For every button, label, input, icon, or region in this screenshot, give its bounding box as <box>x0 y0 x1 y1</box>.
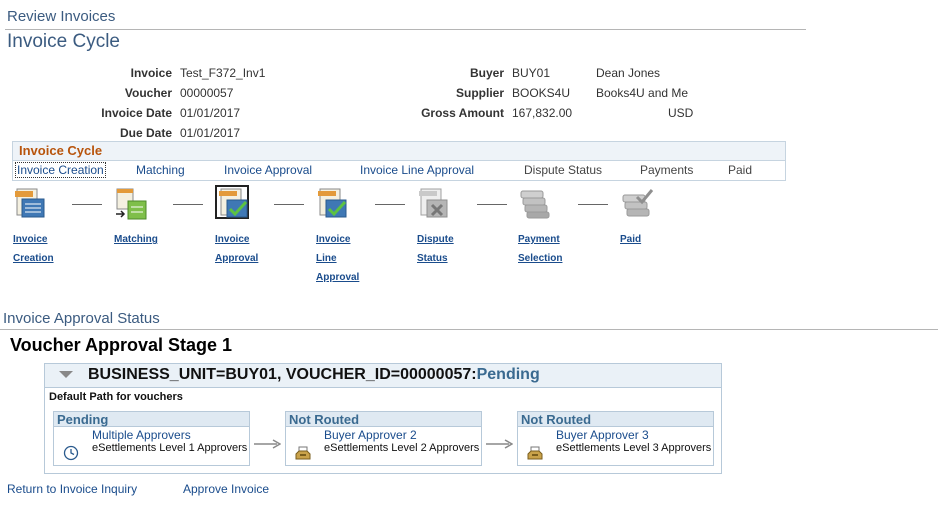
node-level: eSettlements Level 2 Approvers <box>324 442 480 454</box>
node-arrow-icon <box>486 439 513 449</box>
approval-node-1: Pending Multiple Approvers eSettlements … <box>53 411 250 466</box>
breadcrumb-divider <box>5 29 806 30</box>
step-connector <box>578 204 608 205</box>
node-approver-link[interactable]: Multiple Approvers <box>92 428 191 442</box>
approval-header-text: BUSINESS_UNIT=BUY01, VOUCHER_ID=00000057… <box>88 366 540 384</box>
stage-title: Voucher Approval Stage 1 <box>10 335 233 355</box>
tab-invoice-line-approval[interactable]: Invoice Line Approval <box>360 163 474 177</box>
collapse-triangle-icon[interactable] <box>59 371 73 378</box>
supplier-name: Books4U and Me <box>596 86 689 100</box>
step-label-line: Approval <box>215 253 259 264</box>
buyer-label: Buyer <box>469 66 504 80</box>
voucher-label: Voucher <box>124 86 172 100</box>
paid-icon[interactable] <box>620 187 654 221</box>
step-label-invoice-line-approval[interactable]: Invoice Line Approval <box>316 230 359 287</box>
step-label-matching[interactable]: Matching <box>114 230 158 249</box>
step-label-payment-selection[interactable]: Payment Selection <box>518 230 562 268</box>
tab-payments: Payments <box>640 163 694 177</box>
invoice-label: Invoice <box>130 66 172 80</box>
voucher-value: 00000057 <box>180 86 234 100</box>
buyer-value: BUY01 <box>512 66 551 80</box>
approval-header-status: Pending <box>476 366 540 383</box>
invoice-date-label: Invoice Date <box>101 106 172 120</box>
node-status: Not Routed <box>286 412 481 427</box>
invoice-date-value: 01/01/2017 <box>180 106 241 120</box>
invoice-cycle-tabs: Invoice Creation Matching Invoice Approv… <box>13 161 785 180</box>
node-status: Not Routed <box>518 412 713 427</box>
step-connector <box>477 204 507 205</box>
currency-code: USD <box>668 106 694 120</box>
supplier-label: Supplier <box>455 86 504 100</box>
step-label-line: Paid <box>620 234 642 245</box>
step-label-line: Status <box>417 253 448 264</box>
approve-invoice-link[interactable]: Approve Invoice <box>183 482 269 496</box>
payment-icon[interactable] <box>518 187 552 221</box>
tab-dispute-status: Dispute Status <box>524 163 603 177</box>
invoice-cycle-title: Invoice Cycle <box>13 142 785 161</box>
step-label-line: Creation <box>13 253 54 264</box>
due-date-value: 01/01/2017 <box>180 126 241 140</box>
tab-matching[interactable]: Matching <box>136 163 185 177</box>
step-label-line: Selection <box>518 253 563 264</box>
supplier-value: BOOKS4U <box>512 86 571 100</box>
approval-header-key: BUSINESS_UNIT=BUY01, VOUCHER_ID=00000057… <box>88 366 477 383</box>
clock-icon <box>63 445 79 461</box>
node-approver-link[interactable]: Buyer Approver 2 <box>324 428 417 442</box>
invoice-approval-icon[interactable] <box>215 185 249 219</box>
invoice-cycle-panel: Invoice Cycle Invoice Creation Matching … <box>12 141 786 181</box>
approval-panel: BUSINESS_UNIT=BUY01, VOUCHER_ID=00000057… <box>44 363 722 474</box>
node-arrow-icon <box>254 439 281 449</box>
tab-paid: Paid <box>728 163 753 177</box>
line-approval-icon[interactable] <box>316 187 350 221</box>
gross-amount-value: 167,832.00 <box>512 106 573 120</box>
page-title: Invoice Cycle <box>7 31 120 52</box>
tab-invoice-creation[interactable]: Invoice Creation <box>15 162 106 178</box>
tab-invoice-approval[interactable]: Invoice Approval <box>224 163 312 177</box>
step-connector <box>173 204 203 205</box>
approval-section-divider <box>0 329 938 330</box>
approval-node-2: Not Routed Buyer Approver 2 eSettlements… <box>285 411 482 466</box>
step-label-line: Invoice <box>316 234 351 245</box>
node-level: eSettlements Level 1 Approvers <box>92 442 248 454</box>
due-date-label: Due Date <box>119 126 172 140</box>
gross-amount-label: Gross Amount <box>421 106 504 120</box>
node-status: Pending <box>54 412 249 427</box>
step-label-line: Invoice <box>215 234 250 245</box>
path-label: Default Path for vouchers <box>49 391 183 403</box>
step-label-dispute-status[interactable]: Dispute Status <box>417 230 454 268</box>
step-connector <box>274 204 304 205</box>
breadcrumb: Review Invoices <box>7 8 116 25</box>
node-level: eSettlements Level 3 Approvers <box>556 442 712 454</box>
return-to-invoice-inquiry-link[interactable]: Return to Invoice Inquiry <box>7 482 137 496</box>
approval-section-title: Invoice Approval Status <box>3 310 160 327</box>
step-connector <box>72 204 102 205</box>
step-label-line: Invoice <box>13 234 48 245</box>
step-label-invoice-approval[interactable]: Invoice Approval <box>215 230 258 268</box>
buyer-name: Dean Jones <box>596 66 661 80</box>
inbox-icon <box>527 445 543 461</box>
matching-icon[interactable] <box>114 187 148 221</box>
approval-panel-header: BUSINESS_UNIT=BUY01, VOUCHER_ID=00000057… <box>45 364 721 388</box>
approval-node-3: Not Routed Buyer Approver 3 eSettlements… <box>517 411 714 466</box>
step-connector <box>375 204 405 205</box>
dispute-icon[interactable] <box>417 187 451 221</box>
step-label-line: Line <box>316 253 337 264</box>
step-label-line: Approval <box>316 272 360 283</box>
step-label-line: Dispute <box>417 234 454 245</box>
step-label-invoice-creation[interactable]: Invoice Creation <box>13 230 54 268</box>
invoice-value: Test_F372_Inv1 <box>180 66 266 80</box>
step-label-paid[interactable]: Paid <box>620 230 641 249</box>
step-label-line: Matching <box>114 234 158 245</box>
inbox-icon <box>295 445 311 461</box>
node-approver-link[interactable]: Buyer Approver 3 <box>556 428 649 442</box>
invoice-document-icon[interactable] <box>13 187 47 221</box>
step-label-line: Payment <box>518 234 560 245</box>
